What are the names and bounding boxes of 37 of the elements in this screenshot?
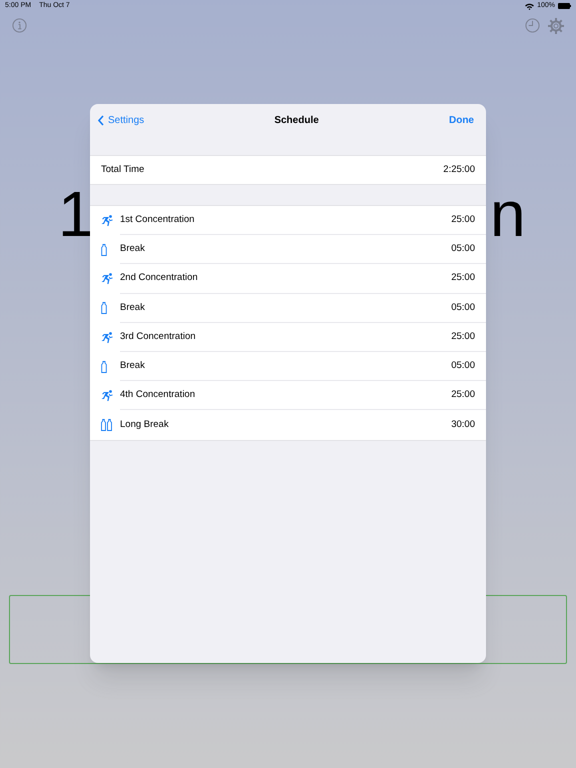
- step-duration: 25:00: [451, 388, 475, 402]
- step-label: 3rd Concentration: [120, 330, 196, 344]
- step-label: Break: [120, 242, 145, 256]
- runner-icon: [101, 273, 113, 284]
- bottle-icon: [101, 244, 107, 256]
- total-value: 2:25:00: [443, 162, 475, 177]
- title-text: n: [490, 182, 526, 246]
- done-button[interactable]: Done: [448, 112, 478, 128]
- step-duration: 30:00: [451, 418, 475, 432]
- runner-icon: [101, 390, 113, 402]
- back-button[interactable]: Settings: [98, 112, 144, 128]
- step-label: Long Break: [120, 418, 169, 432]
- step-duration: 05:00: [451, 242, 475, 256]
- step-duration: 05:00: [451, 358, 475, 373]
- title-text: 1: [58, 182, 94, 246]
- wifi-icon: [525, 2, 534, 10]
- runner-icon: [101, 332, 113, 343]
- step-label: 2nd Concentration: [120, 271, 198, 286]
- chevron-left-icon: [98, 114, 104, 126]
- battery-icon: [558, 3, 571, 9]
- two-bottles-icon: [101, 418, 112, 431]
- bottle-icon: [101, 360, 107, 373]
- step-label: 4th Concentration: [120, 388, 195, 402]
- runner-icon: [101, 215, 113, 226]
- step-duration: 05:00: [451, 300, 475, 315]
- step-label: Break: [120, 300, 145, 315]
- sheet-title: Schedule: [274, 114, 319, 128]
- step-label: 1st Concentration: [120, 212, 194, 227]
- step-label: Break: [120, 358, 145, 373]
- info-icon[interactable]: [12, 18, 27, 33]
- settings-icon[interactable]: [548, 18, 564, 34]
- step-duration: 25:00: [451, 271, 475, 286]
- step-duration: 25:00: [451, 212, 475, 227]
- total-label: Total Time: [101, 162, 144, 177]
- bottle-icon: [101, 302, 107, 314]
- clock-icon[interactable]: [525, 18, 540, 33]
- step-duration: 25:00: [451, 330, 475, 344]
